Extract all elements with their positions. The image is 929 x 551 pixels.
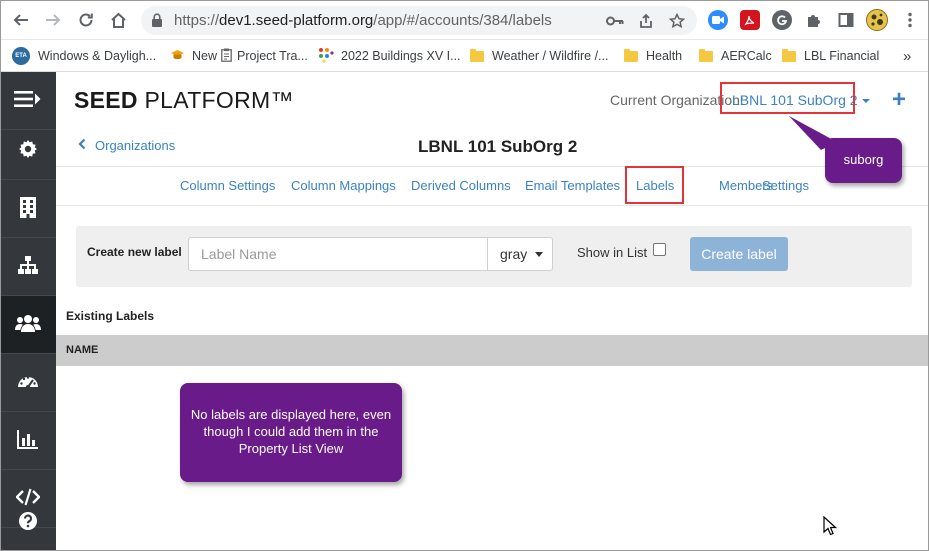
bookmark-label: Windows & Dayligh... bbox=[38, 49, 157, 63]
profile-avatar[interactable] bbox=[866, 9, 888, 31]
bar-chart-icon bbox=[17, 429, 39, 452]
column-header-name[interactable]: NAME bbox=[66, 344, 98, 356]
back-arrow-icon[interactable] bbox=[10, 9, 32, 31]
create-label-panel: Create new label gray Show in List Creat… bbox=[76, 226, 912, 287]
folder-icon bbox=[699, 48, 713, 62]
grammar-extension-icon[interactable] bbox=[772, 10, 792, 30]
lock-icon[interactable] bbox=[151, 13, 163, 30]
bookmark-weather-wildfire[interactable]: Weather / Wildfire /... bbox=[470, 46, 608, 66]
users-icon bbox=[15, 314, 41, 335]
bookmark-label: Project Tra... bbox=[237, 49, 308, 63]
browser-toolbar: https://dev1.seed-platform.org/app/#/acc… bbox=[0, 0, 929, 40]
sidebar-item-buildings[interactable] bbox=[0, 180, 56, 238]
show-in-list-label: Show in List bbox=[577, 245, 648, 260]
sidebar-item-settings[interactable] bbox=[0, 122, 56, 180]
seed-platform-logo[interactable]: SEED PLATFORM™ bbox=[74, 87, 294, 114]
folder-icon bbox=[470, 48, 484, 62]
chevron-left-icon bbox=[78, 137, 86, 153]
organizations-back-link[interactable]: Organizations bbox=[78, 137, 175, 153]
sidebar bbox=[0, 72, 56, 551]
tab-settings[interactable]: Settings bbox=[762, 178, 809, 193]
forward-arrow-icon[interactable] bbox=[42, 9, 64, 31]
dots-icon bbox=[318, 47, 334, 66]
mouse-cursor-icon bbox=[823, 515, 838, 539]
create-new-label-heading: Create new label bbox=[87, 245, 182, 259]
puzzle-extensions-icon[interactable] bbox=[804, 10, 824, 30]
highlight-box-labels-tab bbox=[625, 166, 684, 204]
tab-column-settings[interactable]: Column Settings bbox=[180, 178, 275, 193]
bookmark-new[interactable]: New bbox=[170, 46, 217, 66]
caret-down-icon bbox=[861, 99, 870, 104]
create-label-button[interactable]: Create label bbox=[690, 237, 788, 271]
label-name-input[interactable] bbox=[188, 237, 488, 271]
hat-icon bbox=[170, 48, 185, 65]
bookmarks-bar: ETA Windows & Dayligh... New Project Tra… bbox=[0, 40, 929, 72]
folder-icon bbox=[782, 48, 796, 62]
bookmark-project-tracker[interactable]: Project Tra... bbox=[221, 46, 308, 66]
zoom-extension-icon[interactable] bbox=[708, 10, 728, 30]
key-icon[interactable] bbox=[606, 12, 624, 30]
pdf-extension-icon[interactable] bbox=[740, 10, 760, 30]
bookmark-label: New bbox=[192, 49, 218, 63]
label-color-select[interactable]: gray bbox=[487, 237, 553, 271]
folder-icon bbox=[624, 48, 638, 62]
sidebar-item-hierarchy[interactable] bbox=[0, 238, 56, 296]
caret-down-icon bbox=[535, 251, 544, 257]
reload-icon[interactable] bbox=[75, 9, 97, 31]
bookmark-health[interactable]: Health bbox=[624, 46, 682, 66]
question-circle-icon bbox=[18, 511, 38, 534]
star-icon[interactable] bbox=[668, 12, 686, 30]
eta-icon: ETA bbox=[12, 47, 30, 65]
bookmark-label: Health bbox=[646, 49, 683, 63]
bookmark-label: LBL Financial bbox=[804, 49, 880, 63]
tachometer-icon bbox=[17, 371, 39, 394]
tab-derived-columns[interactable]: Derived Columns bbox=[411, 178, 511, 193]
sidebar-item-help[interactable] bbox=[0, 493, 56, 551]
sitemap-icon bbox=[17, 255, 39, 278]
labels-table-header: NAME bbox=[56, 335, 929, 366]
url-bar[interactable]: https://dev1.seed-platform.org/app/#/acc… bbox=[141, 6, 697, 35]
side-panel-icon[interactable] bbox=[836, 10, 856, 30]
back-link-label: Organizations bbox=[95, 137, 176, 153]
sidebar-item-dashboard[interactable] bbox=[0, 354, 56, 412]
home-icon[interactable] bbox=[107, 9, 129, 31]
url-text[interactable]: https://dev1.seed-platform.org/app/#/acc… bbox=[174, 12, 552, 29]
clipboard-icon bbox=[221, 48, 232, 65]
share-icon[interactable] bbox=[638, 12, 656, 30]
page-title: LBNL 101 SubOrg 2 bbox=[418, 137, 578, 156]
existing-labels-heading: Existing Labels bbox=[66, 309, 155, 323]
bookmark-windows-daylight[interactable]: ETA Windows & Dayligh... bbox=[12, 46, 156, 66]
sidebar-item-reports[interactable] bbox=[0, 412, 56, 470]
bookmark-label: AERCalc bbox=[721, 49, 772, 63]
more-bookmarks-button[interactable]: » bbox=[903, 46, 911, 66]
suborg-annotation: suborg bbox=[825, 138, 902, 183]
tab-email-templates[interactable]: Email Templates bbox=[525, 178, 620, 193]
sidebar-item-accounts[interactable] bbox=[0, 296, 56, 354]
add-button[interactable]: + bbox=[892, 86, 906, 114]
tab-column-mappings[interactable]: Column Mappings bbox=[291, 178, 396, 193]
no-labels-annotation: No labels are displayed here, even thoug… bbox=[180, 383, 402, 482]
bookmark-label: 2022 Buildings XV I... bbox=[341, 49, 461, 63]
bookmark-lbl-financial[interactable]: LBL Financial bbox=[782, 46, 879, 66]
bookmark-buildings-xv[interactable]: 2022 Buildings XV I... bbox=[318, 46, 461, 66]
bookmark-label: Weather / Wildfire /... bbox=[492, 49, 609, 63]
highlight-box-organization bbox=[720, 82, 855, 114]
gear-icon bbox=[18, 139, 38, 162]
building-icon bbox=[18, 196, 38, 221]
show-in-list-checkbox[interactable] bbox=[653, 243, 666, 256]
suborg-annotation-text: suborg bbox=[843, 152, 884, 168]
selected-color: gray bbox=[500, 246, 528, 262]
menu-toggle-icon bbox=[14, 90, 42, 111]
settings-tabs: Column Settings Column Mappings Derived … bbox=[56, 166, 929, 206]
kebab-menu-icon[interactable] bbox=[899, 9, 921, 31]
no-labels-annotation-text: No labels are displayed here, even thoug… bbox=[190, 407, 392, 456]
bookmark-aercalc[interactable]: AERCalc bbox=[699, 46, 772, 66]
